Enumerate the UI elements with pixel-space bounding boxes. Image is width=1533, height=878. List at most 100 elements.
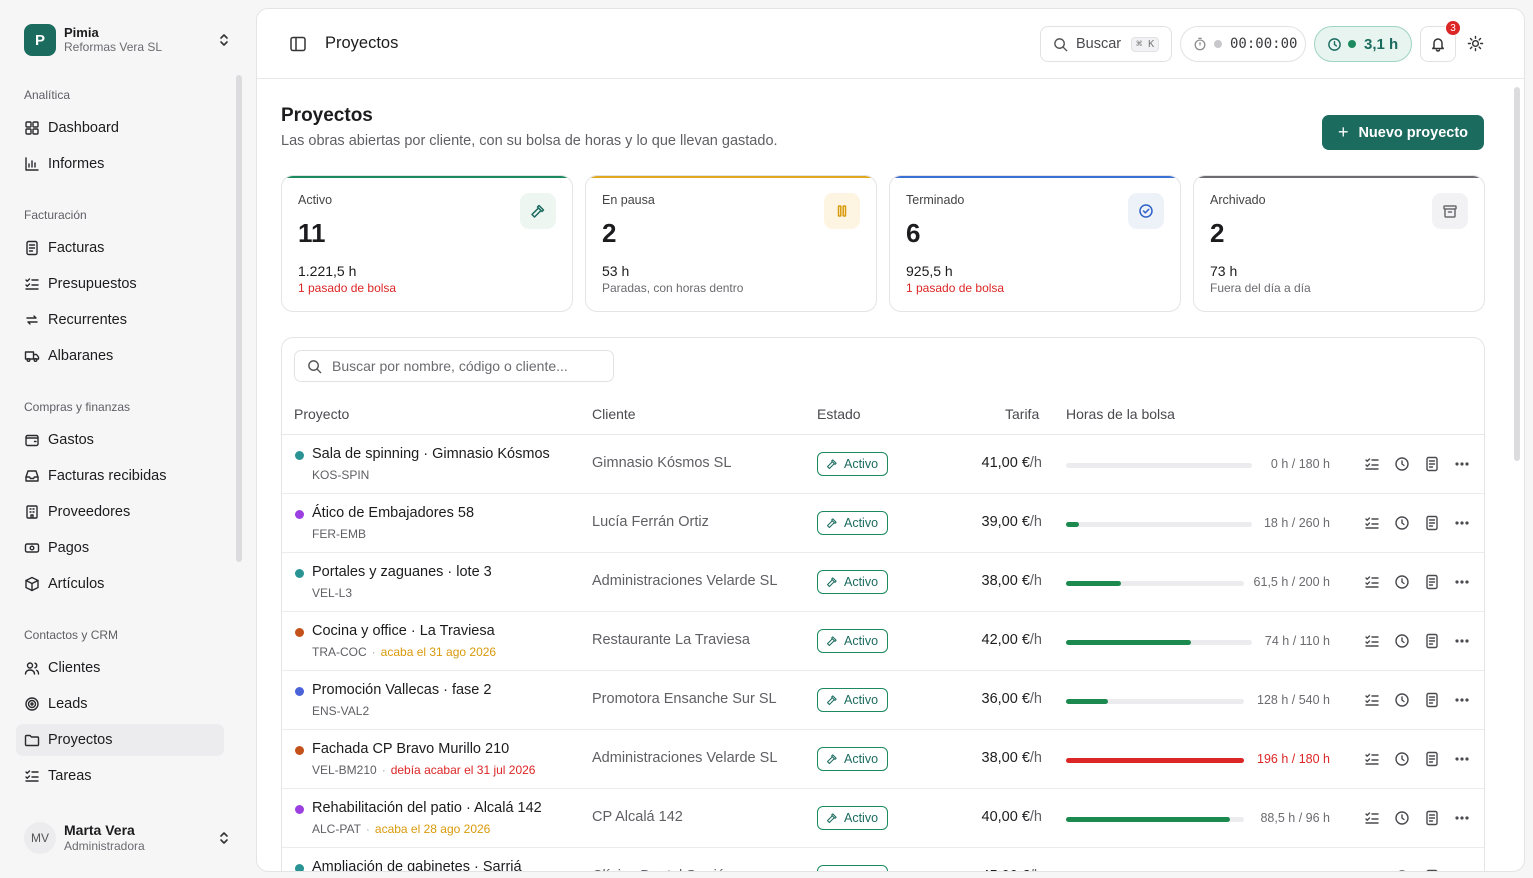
table-row[interactable]: Promoción Vallecas · fase 2 ENS-VAL2 Promo…: [282, 671, 1484, 730]
sidebar-item-facturas-recibidas[interactable]: Facturas recibidas: [16, 460, 224, 492]
stat-card-archivado[interactable]: Archivado 2 73 h Fuera del día a día: [1193, 175, 1485, 312]
project-name[interactable]: Sala de spinning · Gimnasio Kósmos: [312, 446, 550, 462]
stat-icon-box: [1432, 193, 1468, 229]
project-rate: 45,00 €/h: [982, 868, 1042, 871]
stat-accent-bar: [1194, 176, 1484, 178]
column-header-hours[interactable]: Horas de la bolsa: [1066, 406, 1175, 422]
sidebar-item-albaranes[interactable]: Albaranes: [16, 340, 224, 372]
tasks-button[interactable]: [1364, 633, 1380, 649]
column-header-status[interactable]: Estado: [817, 406, 861, 422]
tasks-button[interactable]: [1364, 574, 1380, 590]
time-entries-button[interactable]: [1394, 456, 1410, 472]
sidebar-item-dashboard[interactable]: Dashboard: [16, 112, 224, 144]
documents-button[interactable]: [1424, 810, 1440, 826]
time-entries-button[interactable]: [1394, 810, 1410, 826]
rate-value: 39,00 €: [981, 514, 1030, 530]
project-code: KOS-SPIN: [312, 468, 370, 482]
timer-button[interactable]: 00:00:00: [1180, 26, 1306, 62]
table-row[interactable]: Ampliación de gabinetes · Sarriá Clínica …: [282, 848, 1484, 871]
global-search-button[interactable]: Buscar ⌘ K: [1040, 26, 1172, 62]
time-entries-button[interactable]: [1394, 692, 1410, 708]
documents-button[interactable]: [1424, 692, 1440, 708]
project-name[interactable]: Fachada CP Bravo Murillo 210: [312, 741, 509, 757]
stat-card-activo[interactable]: Activo 11 1.221,5 h 1 pasado de bolsa: [281, 175, 573, 312]
project-name[interactable]: Portales y zaguanes · lote 3: [312, 564, 492, 580]
sidebar-item-informes[interactable]: Informes: [16, 148, 224, 180]
project-color-dot: [295, 746, 304, 755]
time-entries-button[interactable]: [1394, 633, 1410, 649]
hours-progress-track: [1066, 640, 1252, 645]
time-entries-button[interactable]: [1394, 515, 1410, 531]
sidebar-item-facturas[interactable]: Facturas: [16, 232, 224, 264]
more-actions-button[interactable]: [1454, 869, 1470, 871]
project-name[interactable]: Rehabilitación del patio · Alcalá 142: [312, 800, 542, 816]
tasks-button[interactable]: [1364, 456, 1380, 472]
time-entries-button[interactable]: [1394, 751, 1410, 767]
documents-button[interactable]: [1424, 633, 1440, 649]
table-row[interactable]: Portales y zaguanes · lote 3 VEL-L3 Admini…: [282, 553, 1484, 612]
hours-used-total: 128 h / 540 h: [1257, 693, 1330, 707]
sun-icon[interactable]: [1467, 35, 1484, 52]
sidebar-toggle-icon[interactable]: [289, 35, 307, 53]
sidebar-item-leads[interactable]: Leads: [16, 688, 224, 720]
tasks-button[interactable]: [1364, 869, 1380, 871]
new-project-button[interactable]: + Nuevo proyecto: [1322, 115, 1484, 150]
notifications-button[interactable]: 3: [1420, 20, 1461, 62]
column-header-project[interactable]: Proyecto: [294, 406, 349, 422]
column-header-rate[interactable]: Tarifa: [1005, 406, 1039, 422]
more-actions-button[interactable]: [1454, 751, 1470, 767]
more-actions-button[interactable]: [1454, 456, 1470, 472]
main-scrollbar[interactable]: [1514, 87, 1520, 461]
more-actions-button[interactable]: [1454, 574, 1470, 590]
tasks-button[interactable]: [1364, 751, 1380, 767]
time-entries-button[interactable]: [1394, 869, 1410, 871]
project-name[interactable]: Promoción Vallecas · fase 2: [312, 682, 491, 698]
sidebar-scrollbar[interactable]: [236, 75, 242, 562]
more-actions-button[interactable]: [1454, 692, 1470, 708]
time-entries-button[interactable]: [1394, 574, 1410, 590]
more-icon: [1455, 521, 1469, 525]
sidebar-item-presupuestos[interactable]: Presupuestos: [16, 268, 224, 300]
more-actions-button[interactable]: [1454, 633, 1470, 649]
sidebar-item-recurrentes[interactable]: Recurrentes: [16, 304, 224, 336]
org-switcher[interactable]: P Pimia Reformas Vera SL: [16, 16, 238, 64]
documents-button[interactable]: [1424, 456, 1440, 472]
sidebar-item-label: Informes: [48, 156, 105, 172]
tasks-icon: [1365, 635, 1379, 647]
sidebar-item-gastos[interactable]: Gastos: [16, 424, 224, 456]
stat-card-terminado[interactable]: Terminado 6 925,5 h 1 pasado de bolsa: [889, 175, 1181, 312]
user-menu[interactable]: MV Marta Vera Administradora: [16, 816, 238, 860]
today-hours-button[interactable]: 3,1 h: [1314, 26, 1412, 62]
documents-button[interactable]: [1424, 515, 1440, 531]
table-row[interactable]: Ático de Embajadores 58 FER-EMB Lucía Ferr…: [282, 494, 1484, 553]
tasks-button[interactable]: [1364, 515, 1380, 531]
sidebar-item-articulos[interactable]: Artículos: [16, 568, 224, 600]
table-row[interactable]: Sala de spinning · Gimnasio Kósmos KOS-SP…: [282, 435, 1484, 494]
project-name[interactable]: Cocina y office · La Traviesa: [312, 623, 495, 639]
more-actions-button[interactable]: [1454, 810, 1470, 826]
project-meta: VEL-BM210 · debía acabar el 31 jul 2026: [312, 763, 535, 777]
documents-button[interactable]: [1424, 574, 1440, 590]
project-name[interactable]: Ampliación de gabinetes · Sarriá: [312, 859, 522, 871]
tasks-button[interactable]: [1364, 692, 1380, 708]
nav-section-title: Compras y finanzas: [24, 400, 131, 414]
documents-button[interactable]: [1424, 751, 1440, 767]
table-search-input[interactable]: Buscar por nombre, código o cliente...: [294, 350, 614, 382]
column-header-client[interactable]: Cliente: [592, 406, 636, 422]
status-badge: Activo: [817, 570, 889, 594]
project-name[interactable]: Ático de Embajadores 58: [312, 505, 474, 521]
sidebar-item-proyectos[interactable]: Proyectos: [16, 724, 224, 756]
documents-button[interactable]: [1424, 869, 1440, 871]
sidebar-item-proveedores[interactable]: Proveedores: [16, 496, 224, 528]
sidebar-item-clientes[interactable]: Clientes: [16, 652, 224, 684]
search-icon: [1054, 37, 1068, 51]
hours-progress-track: [1066, 758, 1244, 763]
table-row[interactable]: Cocina y office · La Traviesa TRA-COC · aca…: [282, 612, 1484, 671]
stat-card-en-pausa[interactable]: En pausa 2 53 h Paradas, con horas dentro: [585, 175, 877, 312]
table-row[interactable]: Rehabilitación del patio · Alcalá 142 ALC…: [282, 789, 1484, 848]
tasks-button[interactable]: [1364, 810, 1380, 826]
table-row[interactable]: Fachada CP Bravo Murillo 210 VEL-BM210 · de…: [282, 730, 1484, 789]
more-actions-button[interactable]: [1454, 515, 1470, 531]
sidebar-item-tareas[interactable]: Tareas: [16, 760, 224, 792]
sidebar-item-pagos[interactable]: Pagos: [16, 532, 224, 564]
